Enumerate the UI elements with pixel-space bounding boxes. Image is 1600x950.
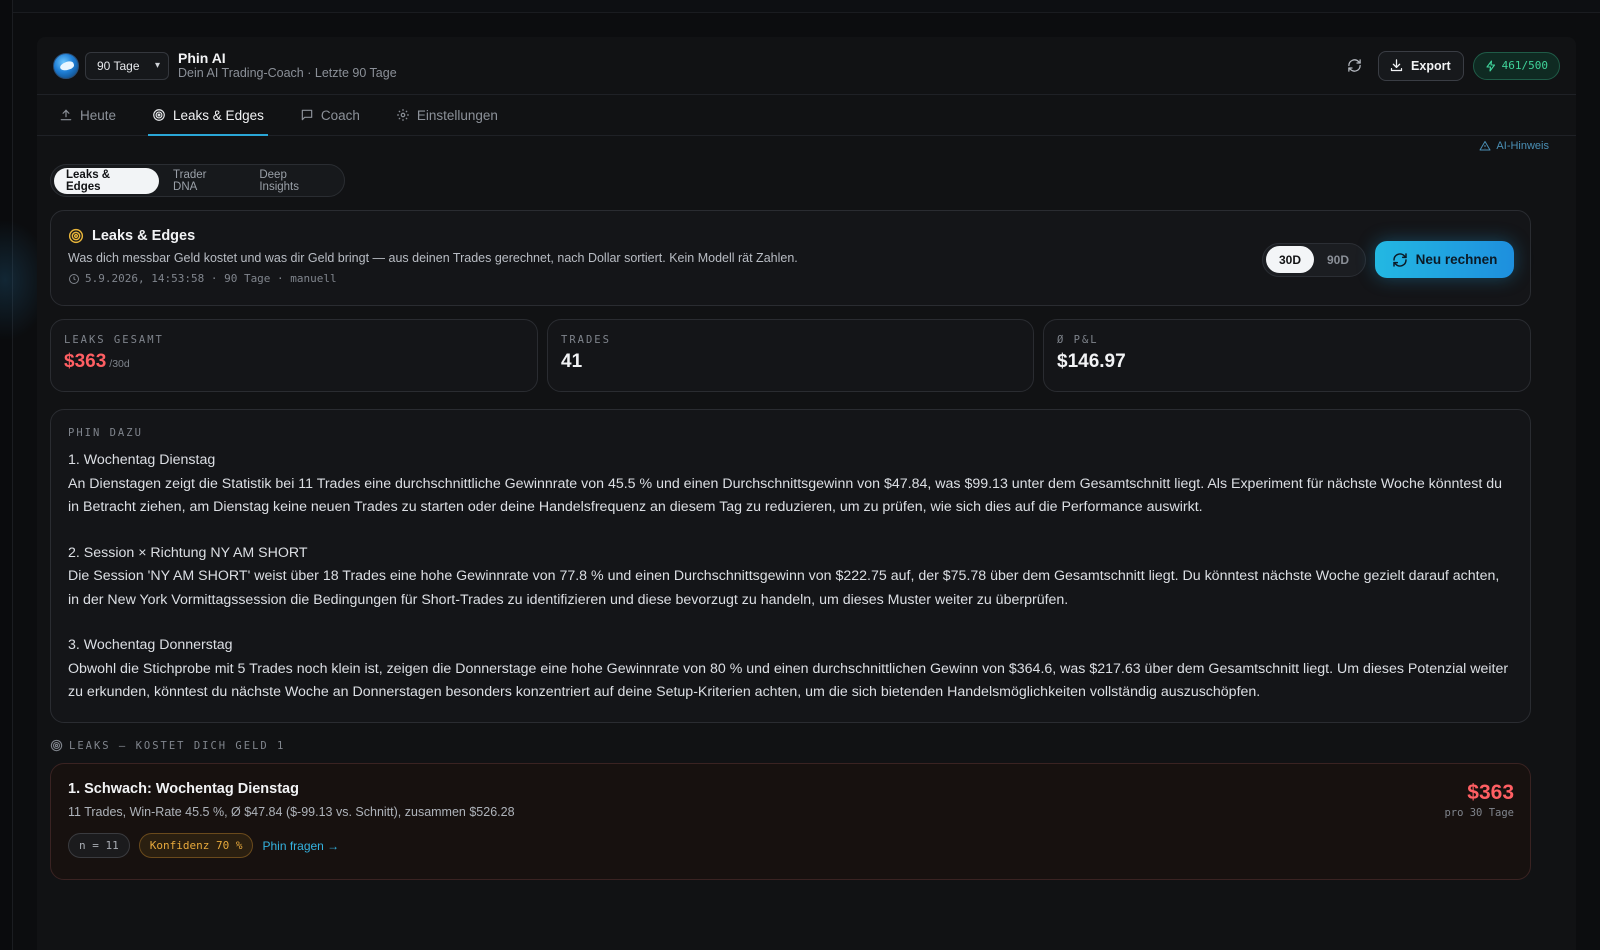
- leak-title: 1. Schwach: Wochentag Dienstag: [68, 781, 299, 797]
- insight-text: Die Session 'NY AM SHORT' weist über 18 …: [68, 568, 1500, 608]
- target-icon: [153, 109, 165, 121]
- leak-value: $363: [1467, 781, 1514, 804]
- warning-icon: [1479, 141, 1491, 151]
- upload-icon: [60, 109, 72, 121]
- tab-leaks-edges[interactable]: Leaks & Edges: [148, 95, 268, 136]
- stat-value-row: $363 /30d: [64, 351, 524, 373]
- stat-card-avg-pnl: Ø P&L $146.97: [1043, 319, 1531, 392]
- target-icon: [68, 228, 84, 244]
- phin-logo-icon: [53, 52, 79, 79]
- stat-label: Ø P&L: [1057, 334, 1099, 346]
- ask-phin-link[interactable]: Phin fragen →: [262, 839, 339, 853]
- insight-text: An Dienstagen zeigt die Statistik bei 11…: [68, 475, 1503, 516]
- stat-card-leaks: LEAKS GESAMT $363 /30d: [50, 319, 538, 392]
- ai-hint-link[interactable]: AI-Hinweis: [1479, 140, 1549, 152]
- tab-coach[interactable]: Coach: [296, 95, 364, 135]
- stat-value: $363: [64, 351, 107, 372]
- period-toggle: 30D 90D: [1262, 242, 1366, 277]
- export-label: Export: [1411, 58, 1451, 73]
- chevron-down-icon: ▾: [154, 60, 160, 71]
- insight-heading: 3. Wochentag Donnerstag: [68, 637, 233, 653]
- main-tabs: Heute Leaks & Edges Coach Einstellungen: [37, 95, 1576, 136]
- leaks-section-label: LEAKS — KOSTET DICH GELD 1: [69, 739, 286, 752]
- leak-description: 11 Trades, Win-Rate 45.5 %, Ø $47.84 ($-…: [68, 805, 515, 819]
- range-select-value: 90 Tage: [97, 58, 140, 73]
- phin-label: PHIN DAZU: [68, 427, 143, 439]
- app-shell: 90 Tage ▾ Phin AI Dein AI Trading-Coach …: [37, 37, 1576, 950]
- ai-hint-label: AI-Hinweis: [1496, 140, 1549, 152]
- hero-meta-text: 5.9.2026, 14:53:58 · 90 Tage · manuell: [85, 272, 337, 285]
- chat-icon: [301, 109, 313, 121]
- subtab-leaks-edges[interactable]: Leaks & Edges: [54, 167, 160, 194]
- stat-suffix: /30d: [109, 358, 130, 370]
- download-icon: [1390, 59, 1403, 72]
- sub-tabs: Leaks & Edges Trader DNA Deep Insights: [50, 164, 345, 197]
- leak-amount: $363 pro 30 Tage: [1444, 781, 1514, 819]
- subtab-deep-insights[interactable]: Deep Insights: [247, 168, 341, 194]
- top-strip: [13, 0, 1600, 13]
- clock-icon: [69, 273, 79, 284]
- export-button[interactable]: Export: [1378, 50, 1464, 81]
- subtab-trader-dna[interactable]: Trader DNA: [161, 168, 245, 194]
- confidence-badge: Konfidenz 70 %: [138, 833, 254, 858]
- refresh-icon: [1347, 59, 1361, 72]
- title-block: Phin AI Dein AI Trading-Coach · Letzte 9…: [178, 50, 397, 82]
- stat-value: $146.97: [1057, 351, 1126, 372]
- period-90d-button[interactable]: 90D: [1314, 246, 1362, 273]
- insight-item: 1. Wochentag Dienstag An Dienstagen zeig…: [68, 449, 1513, 520]
- hero-title: Leaks & Edges: [92, 228, 196, 244]
- stat-value: 41: [561, 351, 583, 372]
- leak-tags: n = 11 Konfidenz 70 % Phin fragen →: [68, 833, 1513, 858]
- recalculate-button[interactable]: Neu rechnen: [1375, 241, 1514, 278]
- range-select[interactable]: 90 Tage ▾: [85, 51, 169, 80]
- insight-heading: 2. Session × Richtung NY AM SHORT: [68, 544, 308, 561]
- refresh-icon: [1392, 252, 1407, 267]
- insight-text: Obwohl die Stichprobe mit 5 Trades noch …: [68, 660, 1509, 701]
- sample-size-badge: n = 11: [68, 833, 130, 858]
- tab-label: Leaks & Edges: [173, 107, 264, 123]
- quota-badge: 461/500: [1472, 51, 1560, 80]
- leaks-section-header: LEAKS — KOSTET DICH GELD 1: [50, 739, 285, 752]
- leak-period: pro 30 Tage: [1444, 807, 1514, 819]
- hero-card: Leaks & Edges Was dich messbar Geld kost…: [50, 210, 1531, 306]
- stat-label: LEAKS GESAMT: [64, 334, 164, 346]
- tab-einstellungen[interactable]: Einstellungen: [392, 95, 502, 135]
- insight-item: 2. Session × Richtung NY AM SHORT Die Se…: [68, 542, 1513, 613]
- hero-controls: 30D 90D Neu rechnen: [1262, 241, 1514, 278]
- tab-heute[interactable]: Heute: [55, 95, 120, 135]
- phin-insights-card: PHIN DAZU 1. Wochentag Dienstag An Diens…: [50, 409, 1531, 723]
- tab-label: Coach: [320, 107, 360, 123]
- period-30d-button[interactable]: 30D: [1266, 246, 1314, 273]
- left-rail: [0, 0, 13, 950]
- insight-item: 3. Wochentag Donnerstag Obwohl die Stich…: [68, 634, 1513, 705]
- insight-heading: 1. Wochentag Dienstag: [68, 452, 216, 468]
- stat-label: TRADES: [561, 334, 611, 346]
- app-subtitle: Dein AI Trading-Coach · Letzte 90 Tage: [178, 66, 397, 81]
- bolt-icon: [1486, 59, 1495, 72]
- recalculate-label: Neu rechnen: [1415, 252, 1498, 267]
- leak-item: 1. Schwach: Wochentag Dienstag 11 Trades…: [50, 763, 1531, 880]
- tab-label: Einstellungen: [416, 107, 498, 123]
- gear-icon: [397, 109, 409, 121]
- tab-label: Heute: [80, 107, 117, 123]
- refresh-button[interactable]: [1339, 51, 1369, 81]
- quota-value: 461/500: [1501, 59, 1548, 72]
- target-icon: [50, 739, 63, 752]
- header-actions: Export 461/500: [1339, 50, 1560, 81]
- header: 90 Tage ▾ Phin AI Dein AI Trading-Coach …: [37, 37, 1576, 95]
- stat-card-trades: TRADES 41: [547, 319, 1034, 392]
- app-title: Phin AI: [178, 49, 226, 66]
